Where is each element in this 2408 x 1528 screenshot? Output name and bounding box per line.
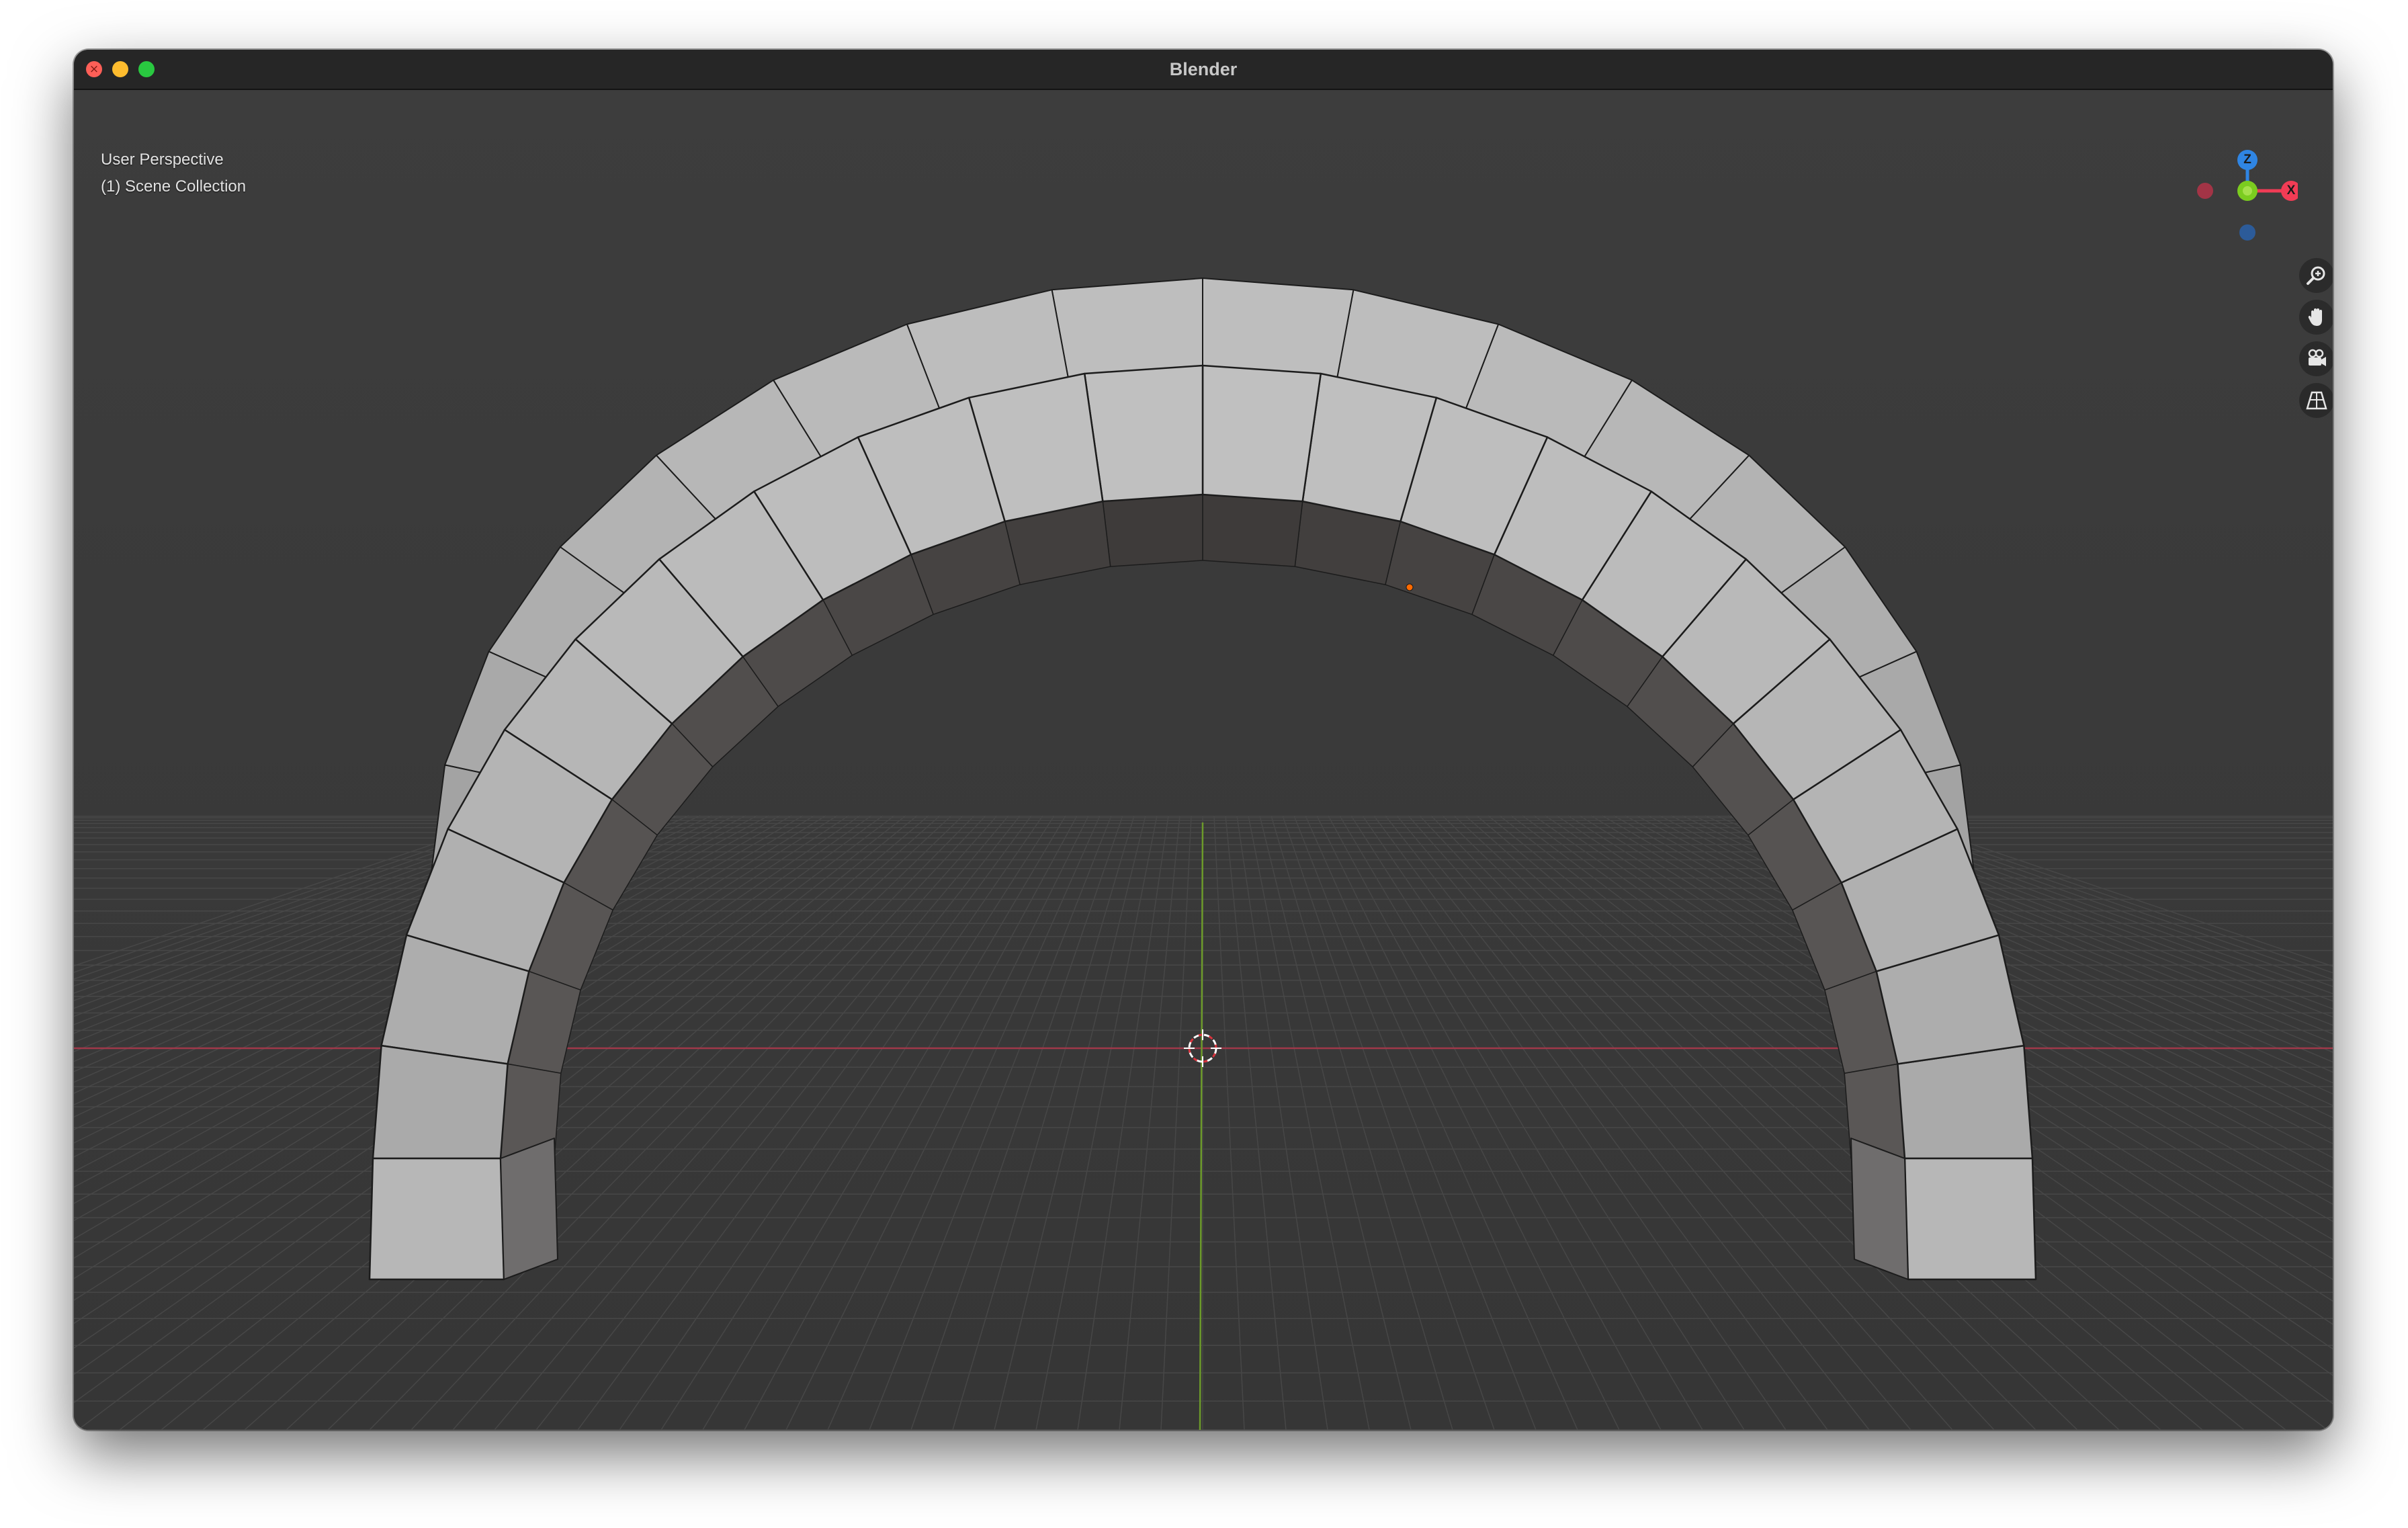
view-name-label: User Perspective [101,151,224,169]
collection-label: (1) Scene Collection [101,177,247,196]
perspective-grid-icon [2306,391,2327,410]
title-bar: × Blender [74,50,2333,90]
gizmo-x-label[interactable]: X [2281,181,2301,201]
zoom-icon [2307,266,2325,285]
perspective-toggle-button[interactable] [2299,383,2333,418]
navigation-gizmo[interactable]: Z X [2190,146,2301,251]
viewport-scene[interactable] [74,90,2333,1430]
3d-viewport[interactable]: User Perspective (1) Scene Collection Z … [74,90,2333,1430]
zoom-button[interactable] [2299,258,2333,293]
hand-pan-icon [2308,308,2322,326]
pan-button[interactable] [2299,300,2333,335]
window-title: Blender [1169,59,1238,79]
camera-view-button[interactable] [2299,341,2333,376]
gizmo-z-label[interactable]: Z [2237,150,2258,170]
blender-window: × Blender User Perspective (1) Scene Col… [74,50,2333,1430]
camera-icon [2308,349,2326,366]
object-origin-dot[interactable] [1406,583,1414,591]
